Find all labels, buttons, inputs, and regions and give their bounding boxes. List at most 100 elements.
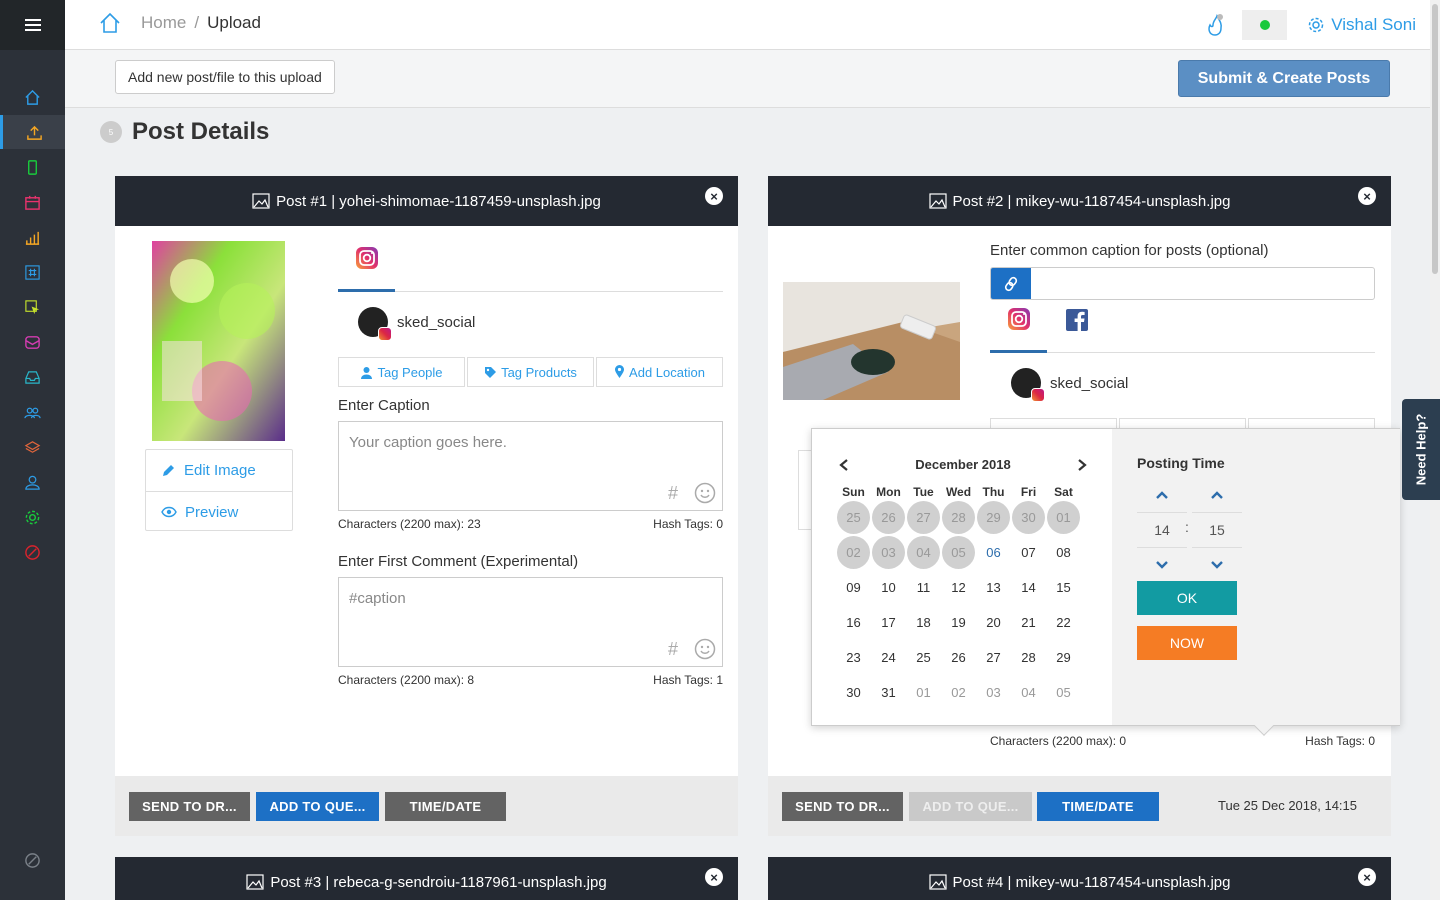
calendar-day[interactable]: 05 <box>1046 675 1081 710</box>
close-post-button[interactable]: × <box>1358 187 1376 205</box>
calendar: December 2018 Sun Mon Tue Wed Thu Fri Sa… <box>812 429 1112 725</box>
calendar-day[interactable]: 29 <box>1046 640 1081 675</box>
calendar-day[interactable]: 27 <box>976 640 1011 675</box>
now-button[interactable]: NOW <box>1137 626 1237 660</box>
status-indicator[interactable] <box>1242 10 1288 40</box>
calendar-header: December 2018 <box>838 457 1088 472</box>
home-icon[interactable] <box>99 12 121 34</box>
tag-people-button[interactable]: Tag People <box>338 357 465 387</box>
calendar-day[interactable]: 17 <box>871 605 906 640</box>
hashtag-button[interactable]: # <box>668 639 678 660</box>
calendar-day[interactable]: 15 <box>1046 570 1081 605</box>
sidebar-item-mobile[interactable] <box>0 150 65 184</box>
add-to-queue-button[interactable]: ADD TO QUE... <box>256 792 379 821</box>
calendar-day[interactable]: 09 <box>836 570 871 605</box>
caption-meta: Characters (2200 max): 23 Hash Tags: 0 <box>338 517 723 531</box>
calendar-day[interactable]: 19 <box>941 605 976 640</box>
sidebar-item-messages[interactable] <box>0 325 65 359</box>
hashtag-button[interactable]: # <box>668 483 678 504</box>
ok-button[interactable]: OK <box>1137 581 1237 615</box>
minute-up-button[interactable] <box>1192 484 1242 506</box>
calendar-day[interactable]: 01 <box>906 675 941 710</box>
add-new-post-button[interactable]: Add new post/file to this upload <box>115 60 335 94</box>
sidebar-item-inbox[interactable] <box>0 360 65 394</box>
calendar-day[interactable]: 20 <box>976 605 1011 640</box>
edit-image-button[interactable]: Edit Image <box>146 450 292 491</box>
breadcrumb-home-link[interactable]: Home <box>141 13 186 33</box>
hour-value[interactable]: 14 <box>1137 512 1187 548</box>
calendar-day[interactable]: 23 <box>836 640 871 675</box>
minute-down-button[interactable] <box>1192 554 1242 576</box>
sidebar-item-logout[interactable] <box>0 843 65 877</box>
sidebar-item-clicks[interactable] <box>0 290 65 324</box>
first-comment-textarea[interactable]: #caption # <box>338 577 723 667</box>
calendar-day[interactable]: 12 <box>941 570 976 605</box>
sidebar-item-settings[interactable] <box>0 500 65 534</box>
calendar-day[interactable]: 18 <box>906 605 941 640</box>
calendar-day[interactable]: 14 <box>1011 570 1046 605</box>
network-tabs <box>990 287 1375 353</box>
sidebar-item-library[interactable] <box>0 430 65 464</box>
calendar-day[interactable]: 21 <box>1011 605 1046 640</box>
post-options-row: Tag People Tag Products Add Location <box>338 357 725 387</box>
calendar-day[interactable]: 31 <box>871 675 906 710</box>
caption-char-count: Characters (2200 max): 0 <box>990 734 1127 748</box>
close-post-button[interactable]: × <box>705 187 723 205</box>
preview-button[interactable]: Preview <box>146 491 292 532</box>
user-name-link[interactable]: Vishal Soni <box>1331 15 1416 35</box>
need-help-tab[interactable]: Need Help? <box>1402 399 1440 500</box>
emoji-icon[interactable] <box>694 638 716 660</box>
close-post-button[interactable]: × <box>1358 868 1376 886</box>
tab-instagram[interactable] <box>990 287 1047 353</box>
calendar-day[interactable]: 22 <box>1046 605 1081 640</box>
calendar-day-today[interactable]: 06 <box>976 535 1011 570</box>
fire-icon[interactable] <box>1204 13 1226 37</box>
calendar-day[interactable]: 24 <box>871 640 906 675</box>
caption-char-count: Characters (2200 max): 23 <box>338 517 481 531</box>
calendar-day[interactable]: 04 <box>1011 675 1046 710</box>
calendar-day[interactable]: 03 <box>976 675 1011 710</box>
chevron-right-icon[interactable] <box>1076 458 1088 472</box>
sidebar-item-hashtags[interactable] <box>0 255 65 289</box>
time-date-button[interactable]: TIME/DATE <box>385 792 506 821</box>
hour-down-button[interactable] <box>1137 554 1187 576</box>
gear-icon[interactable] <box>1307 16 1325 34</box>
sidebar-item-home[interactable] <box>0 80 65 114</box>
calendar-day[interactable]: 13 <box>976 570 1011 605</box>
calendar-day[interactable]: 11 <box>906 570 941 605</box>
chevron-left-icon[interactable] <box>838 458 850 472</box>
calendar-day[interactable]: 25 <box>906 640 941 675</box>
post-card-footer: SEND TO DR... ADD TO QUE... TIME/DATE <box>115 776 738 836</box>
sidebar-item-analytics[interactable] <box>0 220 65 254</box>
time-date-button[interactable]: TIME/DATE <box>1037 792 1159 821</box>
sidebar-item-team[interactable] <box>0 395 65 429</box>
calendar-day[interactable]: 16 <box>836 605 871 640</box>
sidebar-item-account[interactable] <box>0 465 65 499</box>
calendar-day[interactable]: 28 <box>1011 640 1046 675</box>
minute-value[interactable]: 15 <box>1192 512 1242 548</box>
tab-facebook[interactable] <box>1048 287 1105 353</box>
calendar-day[interactable]: 26 <box>941 640 976 675</box>
post-image-thumbnail[interactable] <box>152 241 285 441</box>
tab-instagram[interactable] <box>338 226 395 292</box>
calendar-day[interactable]: 07 <box>1011 535 1046 570</box>
close-post-button[interactable]: × <box>705 868 723 886</box>
sidebar-item-upload[interactable] <box>0 115 65 149</box>
calendar-day[interactable]: 02 <box>941 675 976 710</box>
hour-up-button[interactable] <box>1137 484 1187 506</box>
add-location-button[interactable]: Add Location <box>596 357 723 387</box>
tag-products-button[interactable]: Tag Products <box>467 357 594 387</box>
sidebar-item-calendar[interactable] <box>0 185 65 219</box>
send-to-draft-button[interactable]: SEND TO DR... <box>782 792 903 821</box>
hamburger-menu-button[interactable] <box>0 0 65 50</box>
submit-create-posts-button[interactable]: Submit & Create Posts <box>1178 60 1390 97</box>
sidebar-item-blocked[interactable] <box>0 535 65 569</box>
calendar-day[interactable]: 08 <box>1046 535 1081 570</box>
caption-textarea[interactable]: Your caption goes here. # <box>338 421 723 511</box>
scrollbar-thumb[interactable] <box>1432 4 1438 274</box>
calendar-day[interactable]: 30 <box>836 675 871 710</box>
send-to-draft-button[interactable]: SEND TO DR... <box>129 792 250 821</box>
emoji-icon[interactable] <box>694 482 716 504</box>
post-image-thumbnail[interactable] <box>783 282 960 400</box>
calendar-day[interactable]: 10 <box>871 570 906 605</box>
